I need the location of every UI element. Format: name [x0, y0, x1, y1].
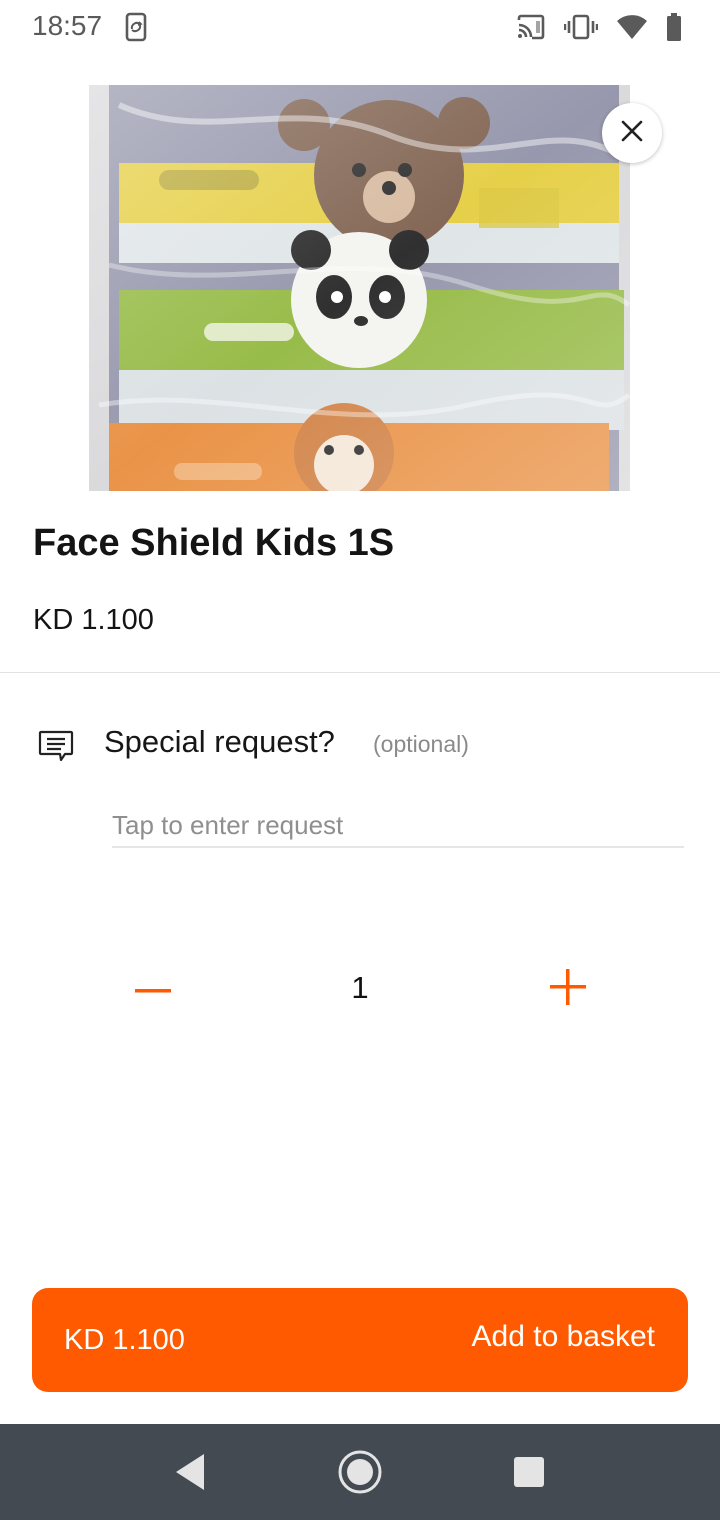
status-bar: 18:57	[0, 0, 720, 54]
battery-icon	[666, 13, 682, 41]
product-detail-screen: 18:57 Face Shield Kids 1S KD 1.100 Speci…	[0, 0, 720, 1520]
optional-label: (optional)	[373, 731, 469, 757]
product-image	[89, 85, 630, 491]
cast-icon	[516, 14, 546, 40]
recents-icon[interactable]	[512, 1455, 546, 1489]
wifi-icon	[616, 14, 648, 40]
close-button[interactable]	[602, 103, 662, 163]
quantity-value: 1	[351, 970, 369, 1005]
close-icon	[620, 119, 644, 148]
chat-icon	[37, 727, 75, 765]
increase-quantity-button[interactable]	[544, 965, 592, 1013]
product-title: Face Shield Kids 1S	[33, 522, 395, 564]
home-icon[interactable]	[337, 1449, 383, 1495]
back-icon[interactable]	[170, 1450, 210, 1494]
product-price: KD 1.100	[33, 604, 154, 636]
minus-icon	[135, 981, 171, 999]
sync-phone-icon	[124, 12, 150, 42]
decrease-quantity-button[interactable]	[130, 967, 176, 1013]
plus-icon	[550, 968, 586, 1010]
divider	[0, 672, 720, 673]
special-request-label: Special request?	[104, 724, 335, 759]
special-request-input[interactable]	[112, 804, 684, 848]
status-time: 18:57	[32, 10, 103, 41]
add-to-basket-label: Add to basket	[471, 1320, 655, 1353]
add-to-basket-button[interactable]: KD 1.100 Add to basket	[32, 1288, 688, 1392]
system-nav-bar	[0, 1424, 720, 1520]
vibrate-icon	[564, 14, 598, 40]
basket-price: KD 1.100	[64, 1324, 185, 1356]
status-icons	[516, 12, 682, 42]
